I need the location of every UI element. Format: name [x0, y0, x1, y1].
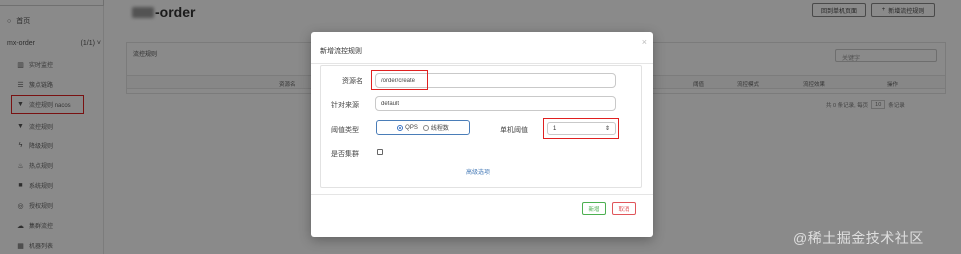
cluster-checkbox[interactable] — [377, 149, 383, 155]
dialog-title: 新增流控规则 — [320, 48, 362, 55]
single-threshold-label: 单机阈值 — [500, 127, 528, 134]
add-flow-rule-dialog: 新增流控规则 × 资源名 针对来源 阈值类型 QPS 线程数 单机阈值 1 ⇕ … — [311, 32, 653, 237]
divider — [311, 63, 653, 64]
radio-qps[interactable]: QPS — [397, 124, 418, 131]
cancel-button[interactable]: 取消 — [612, 202, 636, 215]
advanced-options-link[interactable]: 高级选项 — [466, 167, 490, 176]
resource-label: 资源名 — [342, 78, 363, 85]
watermark: @稀土掘金技术社区 — [793, 230, 924, 246]
threshold-type-label: 阈值类型 — [331, 127, 359, 134]
source-label: 针对来源 — [331, 102, 359, 109]
submit-button[interactable]: 新增 — [582, 202, 606, 215]
cluster-label: 是否集群 — [331, 151, 359, 158]
threshold-type-radio-group: QPS 线程数 — [376, 120, 470, 135]
source-input[interactable] — [375, 96, 616, 111]
divider — [311, 194, 653, 195]
radio-selected-icon — [397, 124, 404, 131]
close-icon[interactable]: × — [642, 37, 647, 47]
threshold-highlight-box — [543, 118, 619, 139]
resource-highlight-box — [371, 70, 428, 90]
radio-thread-count[interactable]: 线程数 — [422, 123, 449, 132]
radio-unselected-icon — [422, 124, 429, 131]
